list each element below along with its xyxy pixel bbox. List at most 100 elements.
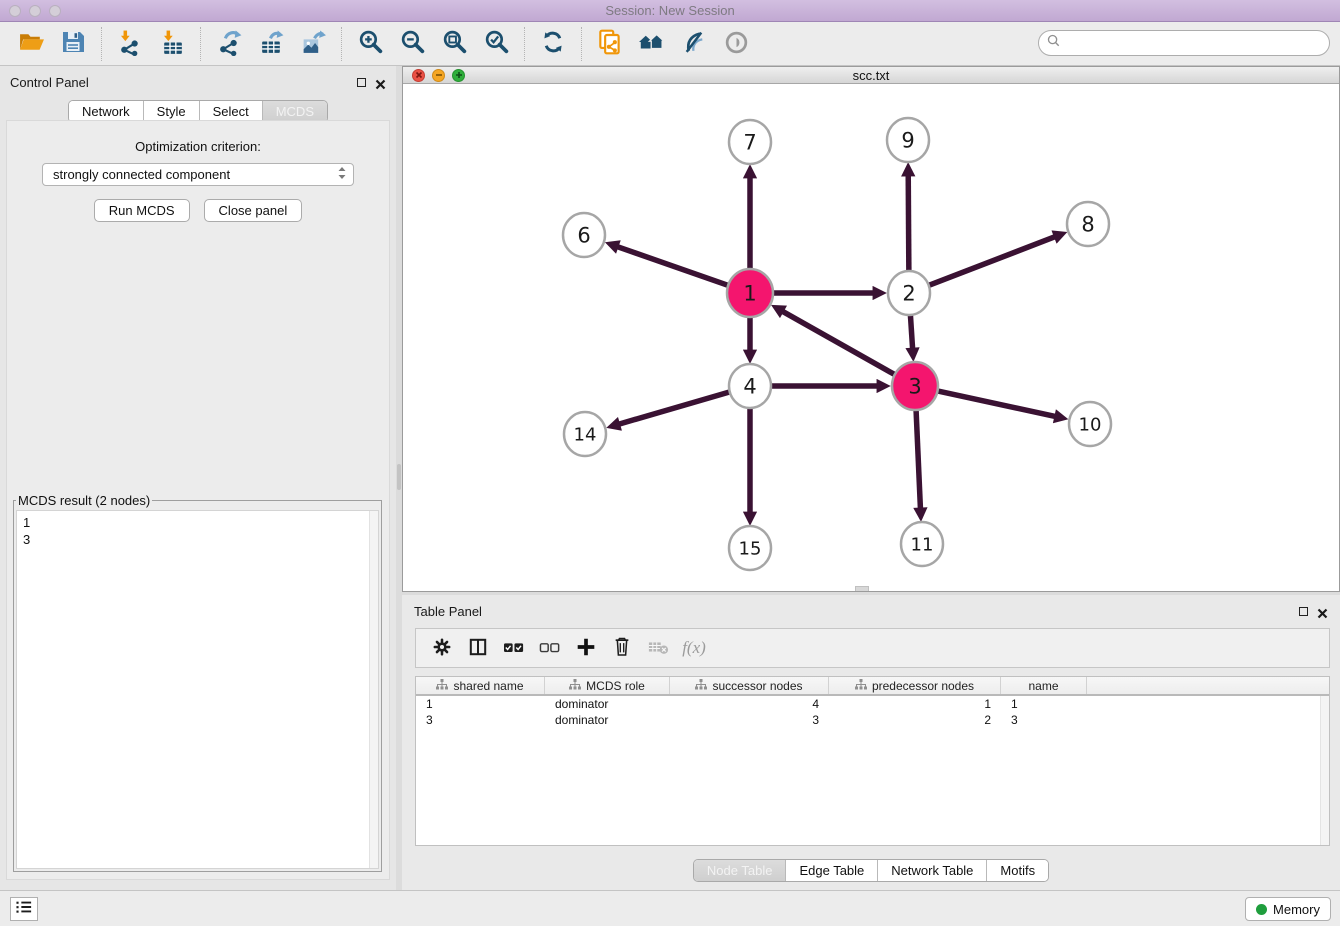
import-network-button[interactable] xyxy=(113,27,147,61)
tab-edge-table[interactable]: Edge Table xyxy=(785,860,877,881)
close-panel-button[interactable]: Close panel xyxy=(204,199,303,222)
tab-mcds[interactable]: MCDS xyxy=(262,101,327,122)
function-builder-button[interactable]: f(x) xyxy=(679,633,709,663)
checked-boxes-icon xyxy=(502,637,526,660)
table-cell[interactable]: 3 xyxy=(1001,712,1087,728)
optimization-criterion-label: Optimization criterion: xyxy=(7,139,389,154)
tab-network-table[interactable]: Network Table xyxy=(877,860,986,881)
table-settings-button[interactable] xyxy=(427,633,457,663)
graph-edge-2-9[interactable] xyxy=(908,175,909,272)
tab-motifs[interactable]: Motifs xyxy=(986,860,1048,881)
zoom-fit-button[interactable] xyxy=(437,27,471,61)
table-cell[interactable]: dominator xyxy=(545,712,670,728)
column-header[interactable]: shared name xyxy=(416,677,545,694)
network-graph[interactable]: 7 9 6 8 1 2 4 3 14 10 15 11 xyxy=(403,84,1339,586)
graph-node-14[interactable]: 14 xyxy=(564,412,606,456)
memory-status-icon xyxy=(1256,904,1267,915)
import-table-button[interactable] xyxy=(155,27,189,61)
select-all-button[interactable] xyxy=(499,633,529,663)
table-row[interactable]: 3dominator323 xyxy=(416,712,1329,728)
export-table-button[interactable] xyxy=(254,27,288,61)
save-session-button[interactable] xyxy=(56,27,90,61)
column-header[interactable]: name xyxy=(1001,677,1087,694)
show-hide-graphics-details-button[interactable] xyxy=(677,27,711,61)
graph-node-2[interactable]: 2 xyxy=(888,271,930,315)
result-scrollbar[interactable] xyxy=(369,511,378,868)
column-label: predecessor nodes xyxy=(872,679,974,693)
delete-column-button[interactable] xyxy=(607,633,637,663)
toolbar-separator xyxy=(524,27,525,61)
node-label: 8 xyxy=(1081,212,1094,236)
search-input[interactable] xyxy=(1066,36,1321,51)
column-header[interactable]: predecessor nodes xyxy=(829,677,1001,694)
task-history-button[interactable] xyxy=(10,897,38,921)
tab-network[interactable]: Network xyxy=(69,101,143,122)
table-cell[interactable]: 2 xyxy=(829,712,1001,728)
graph-node-8[interactable]: 8 xyxy=(1067,202,1109,246)
node-label: 15 xyxy=(739,538,762,559)
export-image-button[interactable] xyxy=(296,27,330,61)
memory-button[interactable]: Memory xyxy=(1245,897,1331,921)
tab-node-table[interactable]: Node Table xyxy=(694,860,786,881)
table-scrollbar[interactable] xyxy=(1320,696,1329,845)
splitter-grip-icon[interactable] xyxy=(397,464,401,490)
zoom-out-button[interactable] xyxy=(395,27,429,61)
node-label: 9 xyxy=(901,128,914,152)
table-panel-header: Table Panel xyxy=(402,595,1340,621)
column-header[interactable]: successor nodes xyxy=(670,677,829,694)
unselect-all-button[interactable] xyxy=(535,633,565,663)
session-home-button[interactable] xyxy=(635,27,669,61)
graph-edge-2-3[interactable] xyxy=(910,314,912,349)
graph-node-9[interactable]: 9 xyxy=(887,118,929,162)
column-header[interactable]: MCDS role xyxy=(545,677,670,694)
graph-node-6[interactable]: 6 xyxy=(563,213,605,257)
table-cell[interactable]: 3 xyxy=(670,712,829,728)
table-cell[interactable]: 1 xyxy=(416,696,545,712)
zoom-selected-button[interactable] xyxy=(479,27,513,61)
close-panel-icon[interactable] xyxy=(1317,606,1328,617)
graph-node-4[interactable]: 4 xyxy=(729,364,771,408)
column-type-icon xyxy=(855,679,867,693)
unchecked-boxes-icon xyxy=(538,637,562,660)
splitter-grip-icon[interactable] xyxy=(855,586,869,591)
tab-style[interactable]: Style xyxy=(143,101,199,122)
optimization-criterion-select[interactable]: strongly connected component xyxy=(42,163,354,186)
graph-edge-1-6[interactable] xyxy=(617,247,728,286)
graph-edge-3-11[interactable] xyxy=(916,409,920,509)
graph-node-10[interactable]: 10 xyxy=(1069,402,1111,446)
create-column-button[interactable] xyxy=(571,633,601,663)
main-body: Control Panel Network Style Select MCDS … xyxy=(0,66,1340,890)
float-panel-icon[interactable] xyxy=(357,78,366,87)
new-network-from-selection-button[interactable] xyxy=(593,27,627,61)
column-label: MCDS role xyxy=(586,679,645,693)
zoom-in-button[interactable] xyxy=(353,27,387,61)
open-session-button[interactable] xyxy=(14,27,48,61)
table-cell[interactable]: 1 xyxy=(829,696,1001,712)
graph-node-7[interactable]: 7 xyxy=(729,120,771,164)
delete-table-button[interactable] xyxy=(643,633,673,663)
tab-select[interactable]: Select xyxy=(199,101,262,122)
graph-edge-2-8[interactable] xyxy=(929,237,1056,286)
import-table-icon xyxy=(159,29,186,59)
table-cell[interactable]: 4 xyxy=(670,696,829,712)
split-table-icon xyxy=(467,636,489,661)
table-cell[interactable]: 3 xyxy=(416,712,545,728)
table-row[interactable]: 1dominator411 xyxy=(416,696,1329,712)
export-network-button[interactable] xyxy=(212,27,246,61)
run-mcds-button[interactable]: Run MCDS xyxy=(94,199,190,222)
table-cell[interactable]: 1 xyxy=(1001,696,1087,712)
refresh-button[interactable] xyxy=(536,27,570,61)
network-canvas[interactable]: 7 9 6 8 1 2 4 3 14 10 15 11 xyxy=(403,84,1339,591)
graph-node-15[interactable]: 15 xyxy=(729,526,771,570)
graph-node-3[interactable]: 3 xyxy=(892,362,938,410)
float-panel-icon[interactable] xyxy=(1299,607,1308,616)
table-cell[interactable]: dominator xyxy=(545,696,670,712)
graph-edge-3-1[interactable] xyxy=(782,311,895,375)
graph-edge-4-14[interactable] xyxy=(619,392,730,424)
show-columns-button[interactable] xyxy=(463,633,493,663)
graph-edge-3-10[interactable] xyxy=(937,391,1055,417)
close-panel-icon[interactable] xyxy=(375,77,386,88)
birds-eye-view-button[interactable] xyxy=(719,27,753,61)
graph-node-11[interactable]: 11 xyxy=(901,522,943,566)
graph-node-1[interactable]: 1 xyxy=(727,269,773,317)
